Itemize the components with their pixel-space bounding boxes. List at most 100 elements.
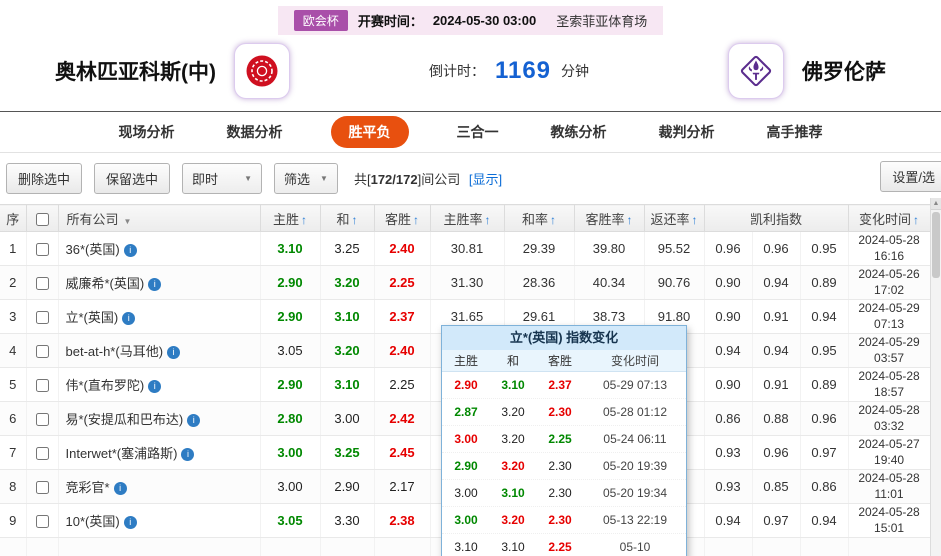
- sort-asc-icon[interactable]: ↑: [913, 213, 919, 227]
- row-checkbox[interactable]: [35, 447, 49, 461]
- tab-referee-analysis[interactable]: 裁判分析: [655, 116, 719, 148]
- home-odds[interactable]: 2.90: [260, 367, 321, 402]
- company-filter-arrow-icon[interactable]: ▼: [124, 217, 132, 226]
- draw-odds[interactable]: 3.20: [320, 333, 375, 368]
- company-name[interactable]: [58, 537, 261, 556]
- col-away-odds-header[interactable]: 客胜 ↑: [373, 204, 431, 232]
- company-name[interactable]: 伟*(直布罗陀) i: [58, 367, 261, 402]
- row-checkbox[interactable]: [35, 311, 49, 325]
- row-checkbox[interactable]: [35, 277, 49, 291]
- company-name[interactable]: bet-at-h*(马耳他) i: [58, 333, 261, 368]
- tab-live-analysis[interactable]: 现场分析: [115, 116, 179, 148]
- company-name[interactable]: 立*(英国) i: [58, 299, 261, 334]
- company-name[interactable]: 36*(英国) i: [58, 231, 261, 266]
- home-odds[interactable]: 2.90: [260, 299, 321, 334]
- draw-odds[interactable]: 3.10: [320, 367, 375, 402]
- sort-asc-icon[interactable]: ↑: [550, 213, 556, 227]
- away-odds[interactable]: 2.25: [374, 265, 431, 300]
- vertical-scrollbar[interactable]: ▲: [930, 198, 941, 556]
- home-odds[interactable]: 3.05: [260, 333, 321, 368]
- company-odds-icon[interactable]: i: [123, 244, 137, 257]
- sort-asc-icon[interactable]: ↑: [692, 213, 698, 227]
- company-name[interactable]: 竞彩官* i: [58, 469, 261, 504]
- sort-asc-icon[interactable]: ↑: [413, 213, 419, 227]
- company-name[interactable]: Interwet*(塞浦路斯) i: [58, 435, 261, 470]
- away-odds[interactable]: 2.17: [374, 469, 431, 504]
- away-odds[interactable]: 2.25: [374, 367, 431, 402]
- company-odds-icon[interactable]: i: [187, 414, 201, 427]
- col-change-time-header[interactable]: 变化时间 ↑: [847, 204, 931, 232]
- kelly-draw: [752, 537, 801, 556]
- kelly-draw: 0.97: [752, 503, 801, 538]
- company-odds-icon[interactable]: i: [148, 380, 162, 393]
- away-odds[interactable]: 2.40: [374, 231, 431, 266]
- row-checkbox[interactable]: [35, 481, 49, 495]
- delete-selected-button[interactable]: 删除选中: [6, 163, 83, 194]
- company-odds-icon[interactable]: i: [122, 312, 136, 325]
- popup-draw-odds: 3.20: [501, 459, 525, 473]
- home-odds[interactable]: 3.05: [260, 503, 321, 538]
- draw-odds[interactable]: 3.30: [320, 503, 375, 538]
- sort-asc-icon[interactable]: ↑: [627, 213, 633, 227]
- draw-odds[interactable]: 3.25: [320, 231, 375, 266]
- sort-asc-icon[interactable]: ↑: [301, 213, 307, 227]
- draw-odds[interactable]: [320, 537, 375, 556]
- home-odds[interactable]: 3.00: [260, 469, 321, 504]
- home-odds[interactable]: 2.80: [260, 401, 321, 436]
- company-name[interactable]: 易*(安提瓜和巴布达) i: [58, 401, 261, 436]
- keep-selected-button[interactable]: 保留选中: [94, 163, 171, 194]
- company-odds-icon[interactable]: i: [181, 448, 195, 461]
- home-odds[interactable]: 3.10: [260, 231, 321, 266]
- col-home-rate-header[interactable]: 主胜率 ↑: [429, 204, 505, 232]
- col-company-header[interactable]: 所有公司 ▼: [57, 204, 261, 232]
- draw-odds[interactable]: 3.20: [320, 265, 375, 300]
- draw-odds[interactable]: 3.00: [320, 401, 375, 436]
- live-filter-dropdown[interactable]: 即时 ▼: [182, 163, 263, 194]
- away-odds[interactable]: 2.45: [374, 435, 431, 470]
- tab-coach-analysis[interactable]: 教练分析: [547, 116, 611, 148]
- tab-expert-picks[interactable]: 高手推荐: [763, 116, 827, 148]
- tab-win-draw-loss[interactable]: 胜平负: [330, 116, 409, 148]
- row-checkbox[interactable]: [35, 345, 49, 359]
- home-odds[interactable]: [260, 537, 321, 556]
- settings-button[interactable]: 设置/选: [880, 161, 941, 192]
- row-checkbox[interactable]: [35, 515, 49, 529]
- company-odds-icon[interactable]: i: [148, 278, 162, 291]
- filter-dropdown[interactable]: 筛选 ▼: [274, 163, 338, 194]
- col-away-rate-header[interactable]: 客胜率 ↑: [573, 204, 645, 232]
- show-link[interactable]: [显示]: [469, 172, 502, 187]
- company-name[interactable]: 10*(英国) i: [58, 503, 261, 538]
- col-return-rate-header[interactable]: 返还率 ↑: [643, 204, 705, 232]
- scrollbar-thumb[interactable]: [932, 212, 940, 278]
- sort-asc-icon[interactable]: ↑: [352, 213, 358, 227]
- sort-asc-icon[interactable]: ↑: [485, 213, 491, 227]
- select-all-checkbox[interactable]: [35, 212, 49, 226]
- home-odds[interactable]: 2.90: [260, 265, 321, 300]
- col-home-odds-header[interactable]: 主胜 ↑: [259, 204, 321, 232]
- draw-odds[interactable]: 3.25: [320, 435, 375, 470]
- away-odds[interactable]: 2.38: [374, 503, 431, 538]
- away-odds[interactable]: 2.42: [374, 401, 431, 436]
- tab-three-in-one[interactable]: 三合一: [453, 116, 503, 148]
- row-checkbox[interactable]: [35, 413, 49, 427]
- scroll-up-icon[interactable]: ▲: [931, 198, 941, 210]
- company-odds-icon[interactable]: i: [123, 516, 137, 529]
- chevron-down-icon: ▼: [320, 174, 328, 183]
- row-checkbox[interactable]: [35, 379, 49, 393]
- draw-odds[interactable]: 2.90: [320, 469, 375, 504]
- popup-away-odds: 2.30: [548, 513, 572, 527]
- tab-data-analysis[interactable]: 数据分析: [223, 116, 287, 148]
- row-checkbox[interactable]: [35, 243, 49, 257]
- away-odds[interactable]: 2.37: [374, 299, 431, 334]
- company-name[interactable]: 威廉希*(英国) i: [58, 265, 261, 300]
- company-odds-icon[interactable]: i: [167, 346, 181, 359]
- company-odds-icon[interactable]: i: [113, 482, 127, 495]
- col-draw-rate-header[interactable]: 和率 ↑: [503, 204, 575, 232]
- home-odds[interactable]: 3.00: [260, 435, 321, 470]
- league-badge: 欧会杯: [293, 10, 348, 31]
- col-draw-odds-header[interactable]: 和 ↑: [319, 204, 375, 232]
- away-odds[interactable]: 2.40: [374, 333, 431, 368]
- draw-odds[interactable]: 3.10: [320, 299, 375, 334]
- away-odds[interactable]: [374, 537, 431, 556]
- away-rate: 39.80: [574, 231, 645, 266]
